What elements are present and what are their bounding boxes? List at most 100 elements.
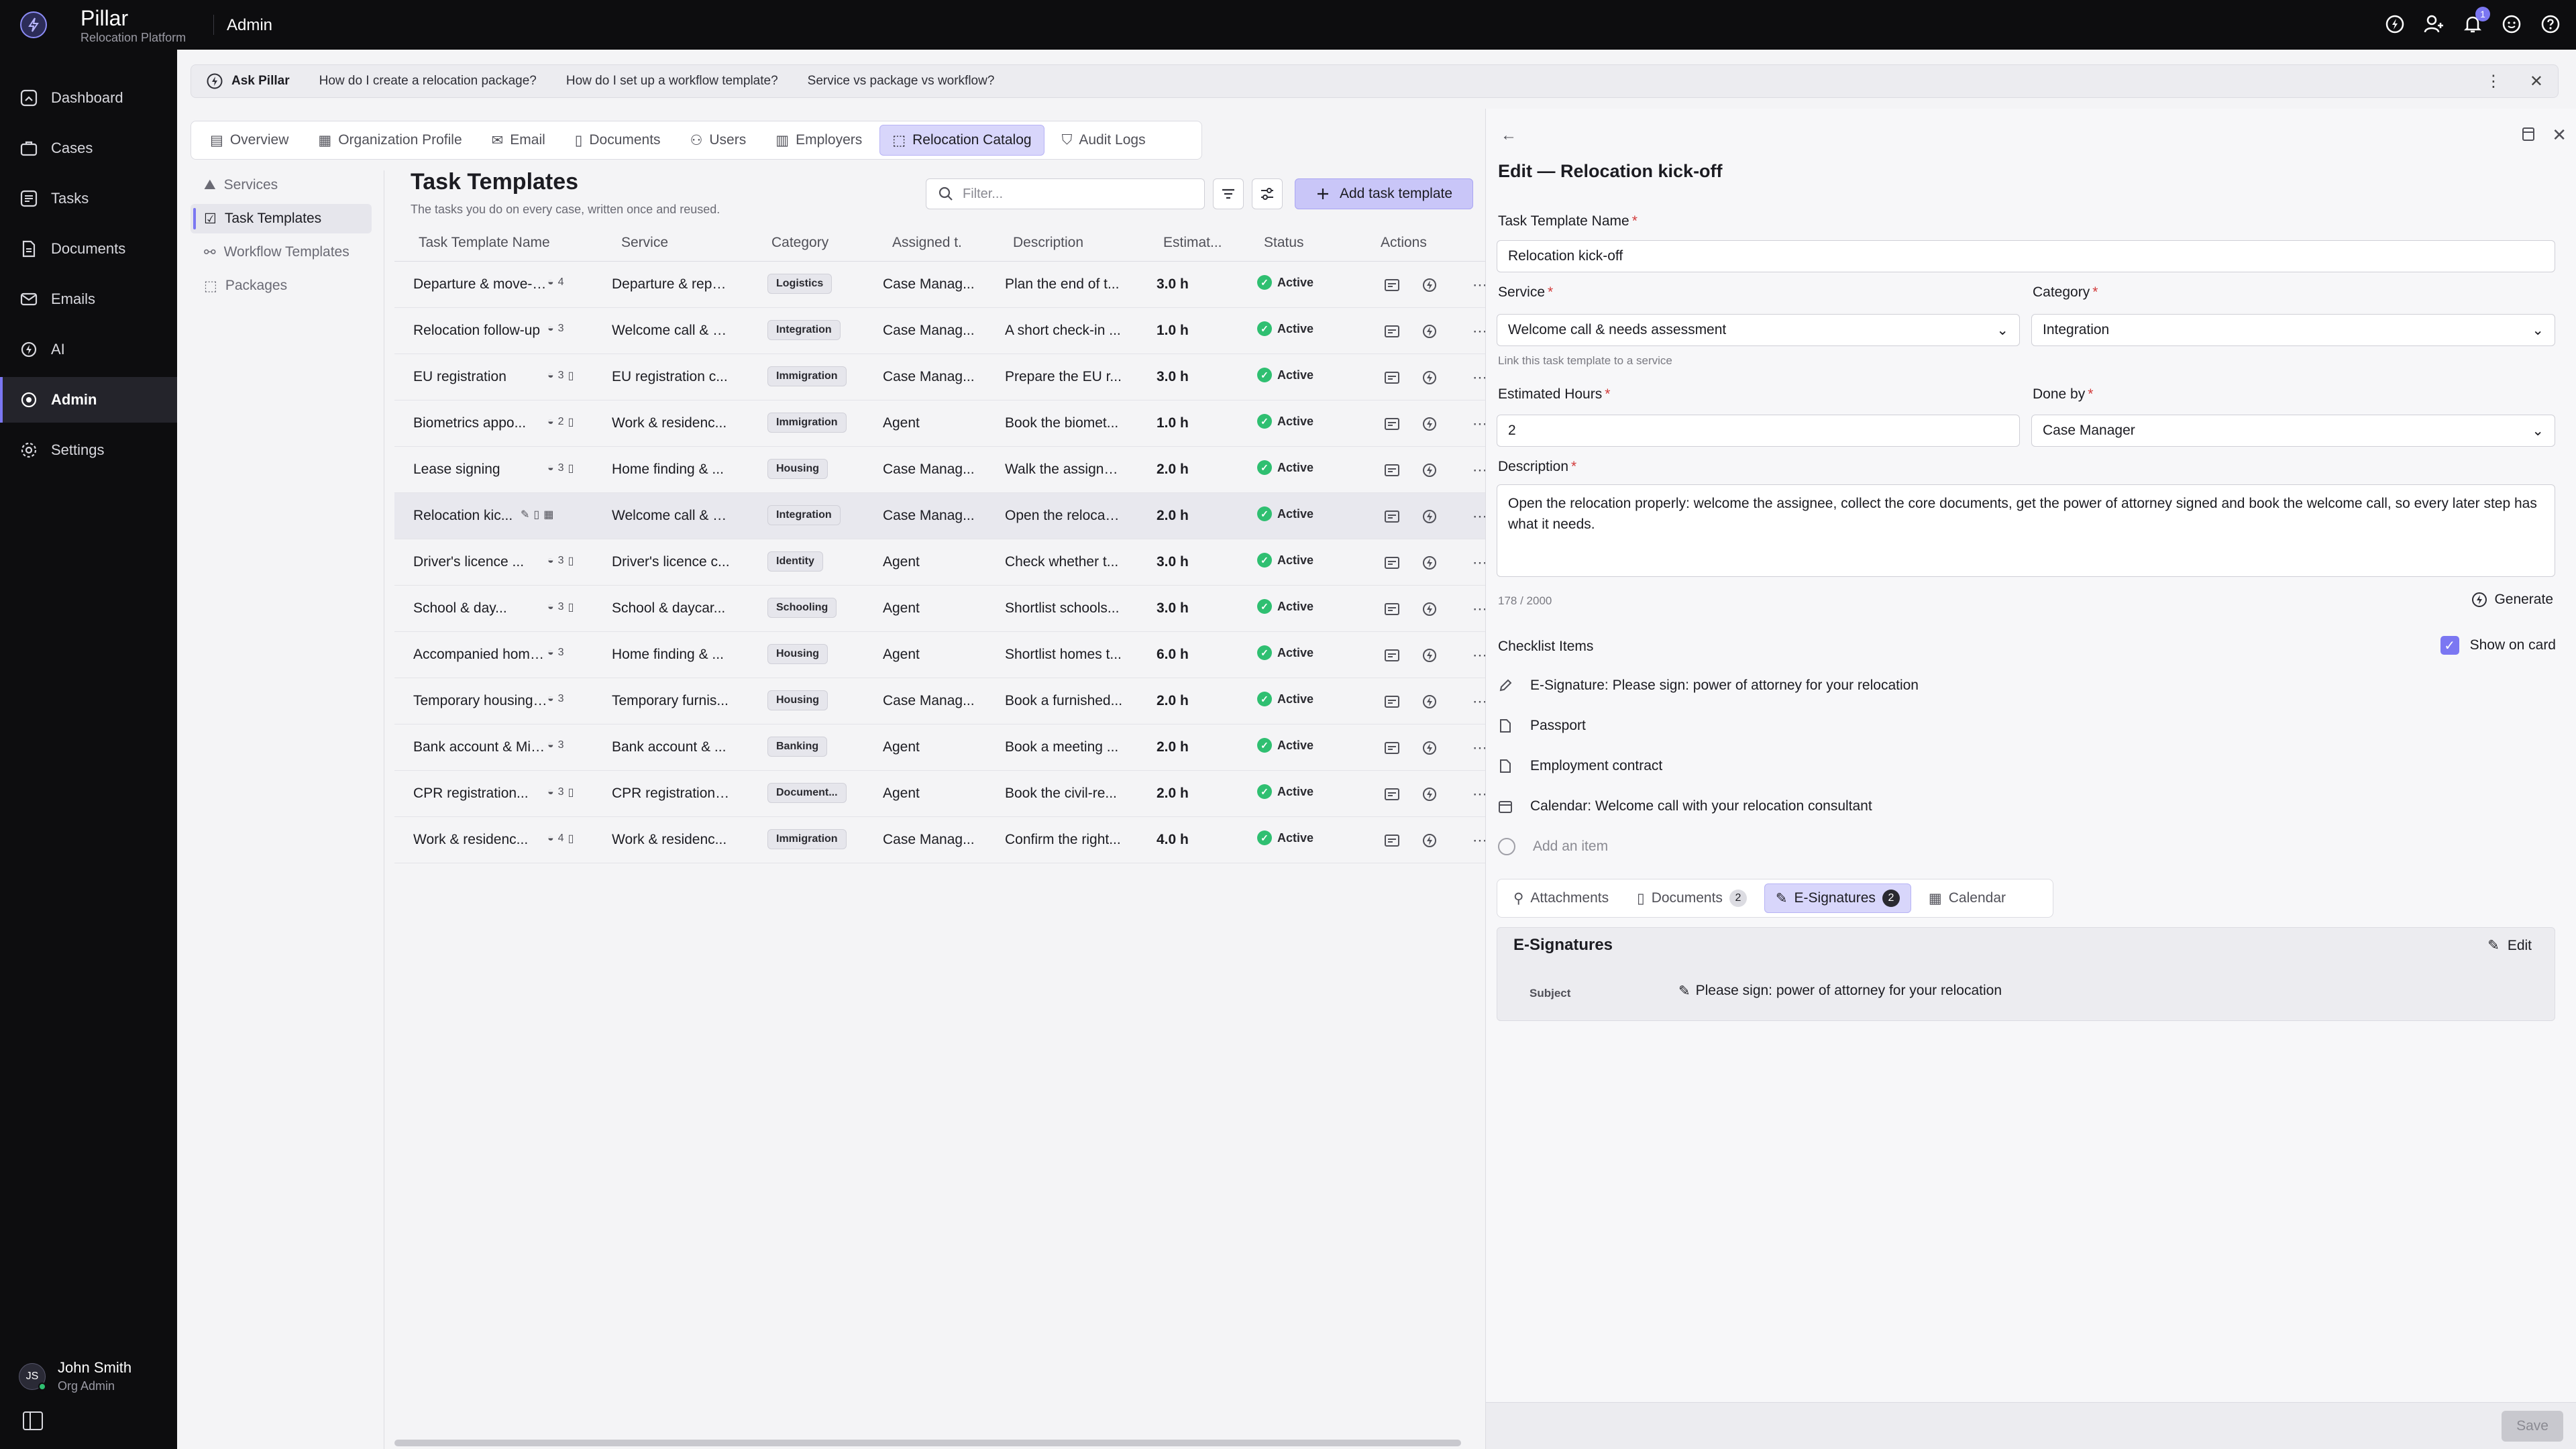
table-row[interactable]: Bank account & MitI... ◒ 3 Bank account & .… [394,724,1487,771]
template-name[interactable]: Relocation kic... [413,508,527,524]
filter-input[interactable]: Filter... [926,178,1205,209]
tab-relocation-catalog[interactable]: ⬚ Relocation Catalog [879,125,1044,156]
tab-organization-profile[interactable]: ▦ Organization Profile [306,125,474,156]
table-row[interactable]: EU registration ◒ 3 ▯ EU registration c... Im… [394,354,1487,400]
table-row[interactable]: CPR registration... ◒ 3 ▯ CPR registration .… [394,771,1487,817]
more-options-icon[interactable]: ⋯ [1472,323,1487,340]
template-name[interactable]: Temporary housing ... [413,693,547,709]
ai-icon[interactable] [1421,832,1438,849]
sidebar-collapse-icon[interactable] [23,1411,43,1430]
back-arrow-icon[interactable]: ← [1501,126,1517,145]
done-by-select[interactable]: Case Manager ⌄ [2031,415,2555,447]
table-row[interactable]: Temporary housing ... ◒ 3 Temporary furnis.… [394,678,1487,724]
template-name[interactable]: Departure & move-o... [413,276,547,292]
more-options-icon[interactable]: ⋮ [2485,72,2502,91]
ai-icon[interactable] [1421,600,1438,618]
template-name[interactable]: School & day... [413,600,547,616]
ai-icon[interactable] [1421,369,1438,386]
checklist-item[interactable]: Passport [1498,712,1586,739]
ai-icon[interactable] [1421,554,1438,572]
user-switch-icon[interactable] [2423,13,2445,35]
preview-card-icon[interactable] [1383,415,1401,433]
add-checklist-item[interactable]: Add an item [1498,833,1608,860]
suggested-question[interactable]: How do I create a relocation package? [319,74,537,89]
table-row[interactable]: Accompanied home... ◒ 3 Home finding & ... H… [394,632,1487,678]
ai-icon[interactable] [1421,415,1438,433]
tab-audit-logs[interactable]: ⛉ Audit Logs [1050,125,1158,156]
save-button[interactable]: Save [2502,1411,2563,1442]
table-row[interactable]: Biometrics appo... ◒ 2 ▯ Work & residenc... I… [394,400,1487,447]
subnav-packages[interactable]: ⬚ Packages [191,271,372,301]
category-select[interactable]: Integration ⌄ [2031,314,2555,346]
more-options-icon[interactable]: ⋯ [1472,462,1487,479]
more-options-icon[interactable]: ⋯ [1472,415,1487,433]
filter-button[interactable] [1213,178,1244,209]
template-name[interactable]: Bank account & MitI... [413,739,547,755]
preview-card-icon[interactable] [1383,647,1401,664]
preview-card-icon[interactable] [1383,693,1401,710]
tab-email[interactable]: ✉ Email [480,125,557,156]
sidebar-item-admin[interactable]: Admin [0,377,177,423]
checklist-item[interactable]: Calendar: Welcome call with your relocat… [1498,793,1872,820]
column-header-estimated[interactable]: Estimat... [1163,235,1237,251]
close-icon[interactable]: ✕ [2530,72,2543,91]
ai-icon[interactable] [1421,693,1438,710]
sidebar-item-settings[interactable]: Settings [0,427,177,473]
ai-icon[interactable] [1421,276,1438,294]
more-options-icon[interactable]: ⋯ [1472,786,1487,803]
sidebar-item-emails[interactable]: Emails [0,276,177,322]
template-name[interactable]: Lease signing [413,462,547,478]
more-options-icon[interactable]: ⋯ [1472,647,1487,664]
service-select[interactable]: Welcome call & needs assessment ⌄ [1497,314,2020,346]
more-options-icon[interactable]: ⋯ [1472,554,1487,572]
suggested-question[interactable]: How do I set up a workflow template? [566,74,778,89]
subnav-services[interactable]: ⛰ Services [191,170,372,200]
template-name[interactable]: EU registration [413,369,547,385]
edit-button[interactable]: ✎ Edit [2487,937,2532,954]
template-name[interactable]: Relocation follow-up [413,323,547,339]
more-options-icon[interactable]: ⋯ [1472,693,1487,710]
column-settings-button[interactable] [1252,178,1283,209]
generate-button[interactable]: Generate [2471,592,2553,608]
checklist-item[interactable]: Employment contract [1498,753,1662,780]
template-name[interactable]: Accompanied home... [413,647,547,663]
sidebar-item-documents[interactable]: Documents [0,226,177,272]
ai-assistant-icon[interactable] [2384,13,2406,35]
tab-overview[interactable]: ▤ Overview [198,125,301,156]
table-row[interactable]: Relocation follow-up ◒ 3 Welcome call & n..… [394,308,1487,354]
preview-card-icon[interactable] [1383,832,1401,849]
column-header-assigned[interactable]: Assigned t... [892,235,962,251]
table-row[interactable]: Relocation kic... ✎ ▯ ▦ Welcome call & n... I… [394,493,1487,539]
preview-card-icon[interactable] [1383,739,1401,757]
column-header-name[interactable]: Task Template Name [419,235,573,251]
subnav-workflow-templates[interactable]: ⚯ Workflow Templates [191,237,372,267]
description-textarea[interactable]: Open the relocation properly: welcome th… [1497,484,2555,577]
template-name[interactable]: Work & residenc... [413,832,547,848]
column-header-service[interactable]: Service [621,235,755,251]
table-row[interactable]: Driver's licence ... ◒ 3 ▯ Driver's licence … [394,539,1487,586]
table-row[interactable]: Work & residenc... ◒ 4 ▯ Work & residenc... I… [394,817,1487,863]
preview-card-icon[interactable] [1383,323,1401,340]
task-template-name-input[interactable]: Relocation kick-off [1497,240,2555,272]
more-options-icon[interactable]: ⋯ [1472,739,1487,757]
sidebar-item-dashboard[interactable]: Dashboard [0,75,177,121]
preview-card-icon[interactable] [1383,508,1401,525]
more-options-icon[interactable]: ⋯ [1472,600,1487,618]
more-options-icon[interactable]: ⋯ [1472,369,1487,386]
sidebar-item-ai[interactable]: AI [0,327,177,372]
column-header-description[interactable]: Description [1013,235,1107,251]
ai-icon[interactable] [1421,462,1438,479]
subnav-task-templates[interactable]: ☑ Task Templates [191,204,372,233]
ai-icon[interactable] [1421,647,1438,664]
user-menu[interactable]: JS John Smith Org Admin [19,1359,131,1393]
more-options-icon[interactable]: ⋯ [1472,276,1487,294]
column-header-category[interactable]: Category [771,235,865,251]
more-options-icon[interactable]: ⋯ [1472,508,1487,525]
notifications-icon[interactable]: 1 [2462,7,2490,35]
template-name[interactable]: CPR registration... [413,786,547,802]
preview-card-icon[interactable] [1383,462,1401,479]
estimated-hours-input[interactable]: 2 [1497,415,2020,447]
expand-panel-icon[interactable] [2521,126,2536,146]
tab-users[interactable]: ⚇ Users [678,125,759,156]
sidebar-item-cases[interactable]: Cases [0,125,177,171]
